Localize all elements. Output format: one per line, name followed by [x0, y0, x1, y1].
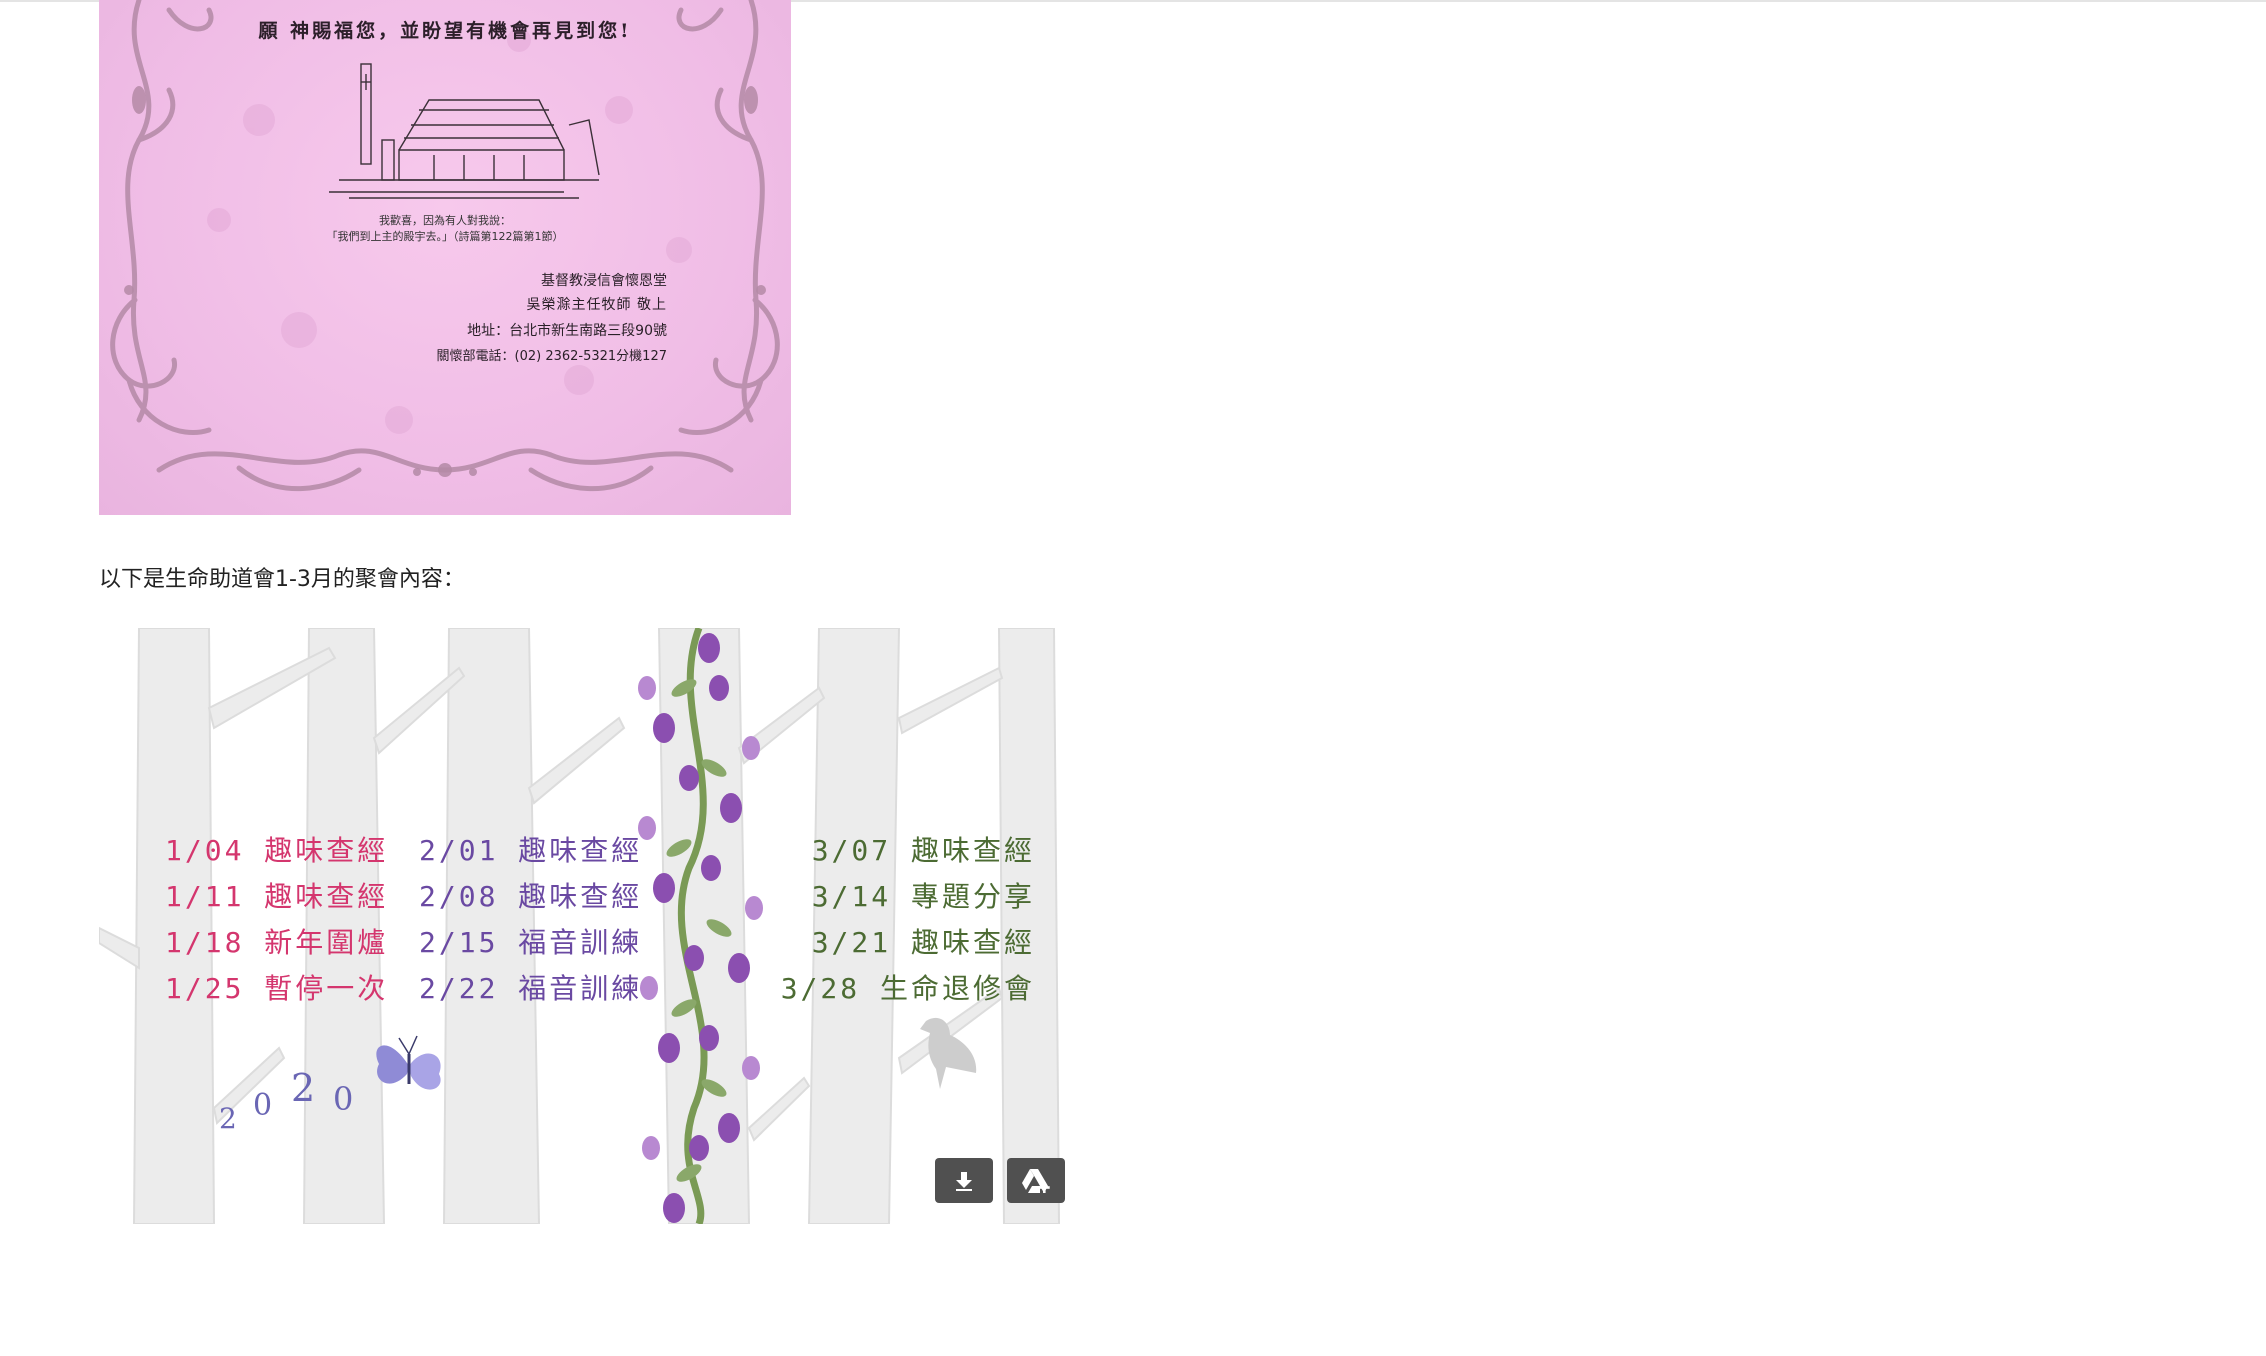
- schedule-item: 2/22 福音訓練: [419, 972, 643, 1005]
- january-schedule: 1/04 趣味查經 1/11 趣味查經 1/18 新年圍爐 1/25 暫停一次: [165, 828, 388, 1012]
- year-digit: 2: [219, 1102, 237, 1135]
- invitation-card-image: 願 神賜福您，並盼望有機會再見到您! 我歡喜，因為有人對我說： 「我們到上主的殿…: [99, 0, 791, 515]
- schedule-item: 3/21 趣味查經: [811, 926, 1035, 959]
- save-to-drive-button[interactable]: [1007, 1158, 1065, 1203]
- year-digit: 2: [291, 1066, 316, 1110]
- schedule-item: 1/25 暫停一次: [165, 972, 389, 1005]
- schedule-item: 1/18 新年圍爐: [165, 926, 389, 959]
- february-schedule: 2/01 趣味查經 2/08 趣味查經 2/15 福音訓練 2/22 福音訓練: [419, 828, 642, 1012]
- schedule-item: 1/04 趣味查經: [165, 834, 389, 867]
- schedule-intro-text: 以下是生命助道會1-3月的聚會內容：: [99, 567, 465, 592]
- card-phone: 關懷部電話：(02) 2362-5321分機127: [436, 349, 668, 364]
- download-icon: [956, 1171, 972, 1191]
- schedule-item: 2/01 趣味查經: [419, 834, 643, 867]
- card-pastor-signature: 吳榮滁主任牧師 敬上: [526, 297, 667, 313]
- schedule-item: 3/14 專題分享: [811, 880, 1035, 913]
- schedule-image: 1/04 趣味查經 1/11 趣味查經 1/18 新年圍爐 1/25 暫停一次 …: [99, 628, 1080, 1224]
- download-button[interactable]: [935, 1158, 993, 1203]
- card-ornament-frame: [110, 0, 780, 491]
- year-digit: 0: [333, 1080, 354, 1118]
- card-verse-line2: 「我們到上主的殿宇去。」（詩篇第122篇第1節）: [326, 230, 564, 243]
- card-address: 地址：台北市新生南路三段90號: [467, 323, 667, 339]
- schedule-item: 3/28 生命退修會: [780, 972, 1035, 1005]
- schedule-item: 2/08 趣味查經: [419, 880, 643, 913]
- bird-silhouette-icon: [920, 1017, 977, 1089]
- schedule-item: 2/15 福音訓練: [419, 926, 643, 959]
- google-drive-add-icon: [1022, 1168, 1050, 1193]
- card-greeting: 願 神賜福您，並盼望有機會再見到您!: [258, 20, 632, 42]
- year-digit: 0: [253, 1088, 273, 1123]
- butterfly-icon: [376, 1035, 441, 1090]
- church-sketch: [329, 63, 600, 199]
- card-verse-line1: 我歡喜，因為有人對我說：: [379, 214, 511, 227]
- card-church-name: 基督教浸信會懷恩堂: [541, 273, 667, 289]
- march-schedule: 3/07 趣味查經 3/14 專題分享 3/21 趣味查經 3/28 生命退修會: [765, 828, 1035, 1012]
- schedule-item: 3/07 趣味查經: [811, 834, 1035, 867]
- schedule-item: 1/11 趣味查經: [165, 880, 389, 913]
